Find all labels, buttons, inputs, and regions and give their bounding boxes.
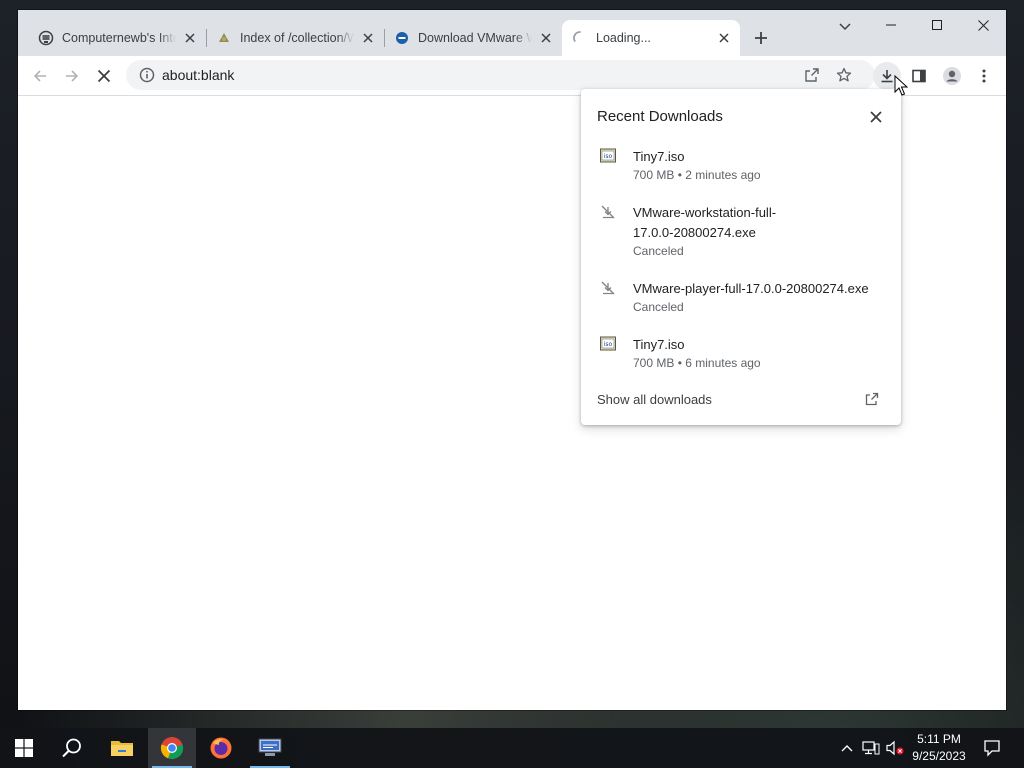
- download-item[interactable]: iso Tiny7.iso 700 MB • 2 minutes ago: [581, 147, 901, 187]
- download-item[interactable]: VMware-workstation-full-17.0.0-20800274.…: [581, 203, 901, 263]
- address-bar[interactable]: about:blank: [126, 60, 875, 90]
- tab-title: Loading...: [596, 31, 651, 45]
- download-icon: [881, 70, 893, 83]
- start-button[interactable]: [0, 728, 48, 768]
- notification-icon: [984, 740, 1000, 757]
- tab-download-vmware[interactable]: Download VMware Workstation: [384, 20, 562, 56]
- maximize-icon: [932, 20, 942, 30]
- volume-muted-icon: [886, 740, 904, 756]
- taskbar: 5:11 PM 9/25/2023: [0, 728, 1024, 768]
- download-item[interactable]: iso Tiny7.iso 700 MB • 6 minutes ago: [581, 335, 901, 375]
- network-icon: [862, 741, 880, 755]
- network-app-icon: [258, 738, 282, 756]
- download-filename: Tiny7.iso: [633, 149, 685, 164]
- close-icon[interactable]: [716, 30, 732, 46]
- menu-button[interactable]: [970, 62, 998, 90]
- tab-computernewb[interactable]: Computernewb's Internet Archive: [28, 20, 207, 56]
- clock-date: 9/25/2023: [912, 749, 966, 763]
- file-explorer-button[interactable]: [98, 728, 146, 768]
- firefox-taskbar-button[interactable]: [197, 728, 245, 768]
- tab-search-button[interactable]: [834, 16, 856, 38]
- avatar-icon: [943, 67, 961, 85]
- side-panel-button[interactable]: [905, 62, 933, 90]
- search-button[interactable]: [48, 728, 96, 768]
- download-status: 700 MB • 2 minutes ago: [633, 168, 761, 182]
- back-button[interactable]: [26, 62, 54, 90]
- minimize-button[interactable]: [868, 10, 914, 40]
- canceled-download-icon: [599, 203, 617, 221]
- download-status: Canceled: [633, 244, 684, 258]
- download-item[interactable]: VMware-player-full-17.0.0-20800274.exe C…: [581, 279, 901, 319]
- chevron-down-icon: [839, 23, 851, 31]
- maximize-button[interactable]: [914, 10, 960, 40]
- bookmark-star-icon[interactable]: [832, 63, 856, 87]
- share-icon[interactable]: [800, 63, 824, 87]
- show-hidden-icons-button[interactable]: [838, 728, 856, 768]
- download-status: Canceled: [633, 300, 684, 314]
- iso-file-icon: iso: [599, 335, 617, 353]
- tab-title: Index of /collection/Windows: [240, 31, 354, 45]
- side-panel-icon: [912, 69, 926, 83]
- computernewb-favicon: [38, 30, 54, 46]
- mouse-cursor-icon: [894, 75, 908, 96]
- taskbar-clock[interactable]: 5:11 PM 9/25/2023: [906, 731, 972, 765]
- download-filename: Tiny7.iso: [633, 337, 685, 352]
- close-icon: [977, 19, 989, 31]
- firefox-icon: [210, 737, 232, 759]
- network-tray-button[interactable]: [860, 728, 882, 768]
- search-icon: [62, 738, 81, 758]
- close-icon[interactable]: [538, 30, 554, 46]
- stop-icon: [97, 69, 111, 83]
- downloads-bubble: Recent Downloads iso Tiny7.iso 700 MB • …: [581, 89, 901, 425]
- profile-button[interactable]: [938, 62, 966, 90]
- window-controls: [868, 10, 1006, 40]
- folder-icon: [111, 741, 133, 756]
- minimize-icon: [886, 24, 896, 26]
- notifications-button[interactable]: [978, 728, 1006, 768]
- open-external-icon[interactable]: [865, 392, 879, 406]
- tab-title: Download VMware Workstation: [418, 31, 532, 45]
- canceled-download-icon: [599, 279, 617, 297]
- downloads-close-button[interactable]: [867, 108, 885, 126]
- new-tab-button[interactable]: [749, 26, 773, 50]
- close-icon[interactable]: [360, 30, 376, 46]
- svg-text:iso: iso: [604, 153, 613, 160]
- folder-favicon: [216, 30, 232, 46]
- tab-title: Computernewb's Internet Archive: [62, 31, 176, 45]
- show-all-downloads-link[interactable]: Show all downloads: [597, 392, 712, 407]
- arrow-left-icon: [33, 70, 46, 82]
- more-vertical-icon: [982, 69, 986, 83]
- stop-loading-button[interactable]: [90, 62, 118, 90]
- arrow-right-icon: [66, 70, 79, 82]
- downloads-title: Recent Downloads: [597, 108, 723, 125]
- windows-logo-icon: [15, 739, 33, 757]
- clock-time: 5:11 PM: [917, 732, 961, 746]
- network-app-taskbar-button[interactable]: [246, 728, 294, 768]
- tab-loading[interactable]: Loading...: [562, 20, 740, 56]
- close-icon: [870, 111, 882, 123]
- download-filename: VMware-workstation-full-17.0.0-20800274.…: [633, 205, 777, 240]
- svg-text:iso: iso: [604, 341, 613, 348]
- address-text: about:blank: [162, 67, 235, 83]
- volume-tray-button[interactable]: [884, 728, 906, 768]
- download-filename: VMware-player-full-17.0.0-20800274.exe: [633, 281, 869, 296]
- vmware-favicon: [394, 30, 410, 46]
- tab-index-of-collection[interactable]: Index of /collection/Windows: [206, 20, 385, 56]
- chrome-icon: [160, 737, 184, 760]
- iso-file-icon: iso: [599, 147, 617, 165]
- download-status: 700 MB • 6 minutes ago: [633, 356, 761, 370]
- chevron-up-icon: [841, 745, 853, 752]
- plus-icon: [755, 32, 767, 44]
- chrome-taskbar-button[interactable]: [148, 728, 196, 768]
- loading-spinner-icon: [572, 30, 588, 46]
- close-icon[interactable]: [182, 30, 198, 46]
- tab-strip: Computernewb's Internet Archive Index of…: [18, 10, 1006, 56]
- forward-button[interactable]: [58, 62, 86, 90]
- close-window-button[interactable]: [960, 10, 1006, 40]
- info-icon[interactable]: [132, 67, 162, 83]
